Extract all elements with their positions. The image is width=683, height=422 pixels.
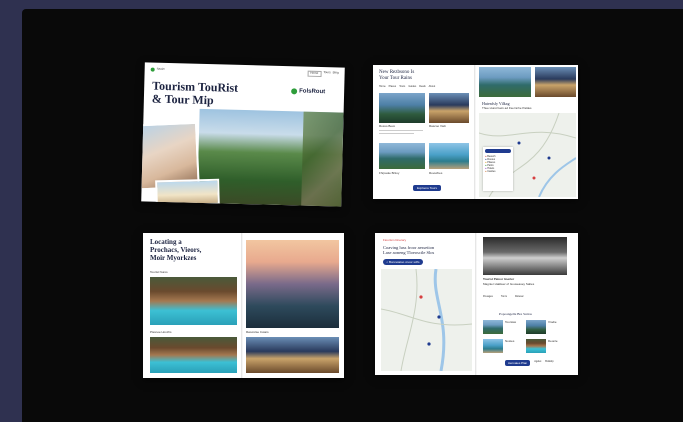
spread2-heading: New Rezbsono Is Your Tour Rains — [379, 70, 414, 82]
nav-item-tours[interactable]: Tours — [323, 70, 330, 77]
beach-photo — [155, 178, 220, 207]
cover-brand: FolsRout — [291, 88, 325, 95]
chip-row: Pouages Tonrs Rolesar — [483, 295, 524, 298]
itinerary-map[interactable] — [380, 268, 473, 372]
item-label-2: Vrodie — [548, 320, 557, 324]
brochure-cover[interactable]: Seeirt Home Tours Blog Tourism TouRist &… — [141, 62, 345, 207]
spread3-label-bottom-right: Rwezolse Cotars — [246, 330, 269, 334]
chip-3[interactable]: Rolesar — [515, 295, 524, 298]
cover-logo-text: Seeirt — [156, 66, 165, 72]
tab-tours[interactable]: Tours — [399, 85, 405, 88]
spread2-heading-line2: Your Tour Rains — [379, 76, 412, 81]
spread3-title-line1: Locating a — [150, 238, 182, 246]
explore-tours-button[interactable]: Exploore Tours — [413, 185, 441, 191]
item-photo-2[interactable] — [526, 320, 546, 334]
card-photo-3[interactable] — [379, 143, 425, 169]
item-photo-4[interactable] — [526, 339, 546, 353]
hillside-house-photo — [246, 337, 339, 373]
brand-circle-icon — [291, 88, 298, 95]
logo-icon — [150, 67, 155, 72]
brochure-spread-map[interactable]: New Rezbsono Is Your Tour Rains Home Pla… — [373, 65, 578, 199]
spread3-gutter — [241, 233, 243, 378]
card-label-4: Rovezbes — [429, 171, 443, 175]
spread4-heading: Coaving luss froor aessetion Lase aoneng… — [383, 245, 434, 255]
tab-deals[interactable]: Deals — [419, 85, 425, 88]
card-photo-4[interactable] — [429, 143, 469, 169]
tab-guides[interactable]: Guides — [408, 85, 416, 88]
card-photo-2[interactable] — [429, 93, 469, 123]
secondary-button-1[interactable]: Agolet — [534, 360, 541, 366]
spread3-title-line3: Moir Myorkzes — [150, 254, 197, 262]
item-label-3: Nostes — [505, 339, 515, 343]
spread3-title-line2: Prochacs, Vieors, — [150, 246, 202, 254]
cover-header: Seeirt — [150, 66, 165, 72]
spread4-heading-line2: Lase aoneng Tloeosctle Slos — [383, 250, 435, 255]
tab-about[interactable]: About — [429, 85, 436, 88]
monochrome-photo — [483, 237, 567, 275]
item-photo-1[interactable] — [483, 320, 503, 334]
chip-1[interactable]: Pouages — [483, 295, 493, 298]
spread4-gutter — [475, 233, 477, 375]
nav-item-blog[interactable]: Blog — [333, 70, 339, 77]
item-photo-3[interactable] — [483, 339, 503, 353]
spread2-tabs: Home Places Tours Guides Deals About — [379, 85, 435, 88]
spread3-label-bottom-left: Pissnoe Hovzhs — [150, 330, 172, 334]
brand-name: FolsRout — [299, 88, 326, 96]
cover-title-line2: & Tour Mip — [151, 91, 214, 108]
legend-header — [485, 149, 511, 153]
card-photo-1[interactable] — [379, 93, 425, 123]
plan-button[interactable]: Aenvaies Plan — [505, 360, 531, 366]
card-label-2: Rascoo Vieb — [429, 124, 446, 128]
resort-pool-photo — [150, 277, 237, 325]
brochure-spread-itinerary[interactable]: Fiourism Itinerary Coaving luss froor ae… — [375, 233, 578, 375]
section-title: Popoangelle Bre Suttos — [499, 312, 532, 316]
region-map[interactable]: ● Beasch ● Routes ● Pilaces ● Parks ● Ho… — [478, 112, 577, 198]
card-text-1 — [379, 130, 423, 140]
search-icon: ⌕ — [386, 260, 389, 264]
cover-nav: Home Tours Blog — [307, 70, 339, 77]
legend-castles: ● Castles — [485, 170, 496, 173]
presentation-stage: Seeirt Home Tours Blog Tourism TouRist &… — [22, 9, 683, 422]
cover-title: Tourism TouRist & Tour Mip — [151, 79, 239, 108]
brochure-spread-resorts[interactable]: Locating a Prochacs, Vieors, Moir Myorkz… — [143, 233, 344, 378]
spread4-search-text: Bonnetatoo vnoor sclfs — [389, 260, 420, 264]
map-legend: ● Beasch ● Routes ● Pilaces ● Parks ● Ho… — [483, 147, 513, 191]
resort-villa-photo — [150, 337, 237, 373]
right-caption2: Magnier Haikleer of Gouseasey Saltes — [483, 282, 535, 286]
right-subtitle: Thue Huncrtvelv ad Fsernnhe Paldes — [482, 106, 532, 110]
item-label-4: Deonle — [548, 339, 558, 343]
card-label-3: Fhrpaole Brtiuy — [379, 171, 400, 175]
right-photo-2 — [535, 67, 576, 97]
secondary-button-2[interactable]: Boldolp — [545, 360, 553, 366]
right-photo-1 — [479, 67, 531, 97]
cliff-photo — [301, 111, 344, 207]
spread4-search-pill[interactable]: ⌕ Bonnetatoo vnoor sclfs — [383, 259, 423, 265]
spread3-title: Locating a Prochacs, Vieors, Moir Myorkz… — [150, 238, 201, 262]
nav-item-home[interactable]: Home — [307, 70, 322, 77]
tab-home[interactable]: Home — [379, 85, 386, 88]
harbor-sunset-photo — [246, 240, 339, 328]
spread3-label-top: Tourist Nuros — [150, 270, 168, 274]
item-label-1: Toursiax — [505, 320, 517, 324]
spread4-button-row: Aenvaies Plan Agolet Boldolp — [505, 360, 554, 366]
spread4-kicker: Fiourism Itinerary — [383, 238, 407, 242]
card-label-1: Rosso Bevo — [379, 124, 396, 128]
tab-places[interactable]: Places — [389, 85, 397, 88]
itinerary-route — [380, 268, 473, 372]
spread2-gutter — [474, 65, 476, 199]
chip-2[interactable]: Tonrs — [501, 295, 507, 298]
